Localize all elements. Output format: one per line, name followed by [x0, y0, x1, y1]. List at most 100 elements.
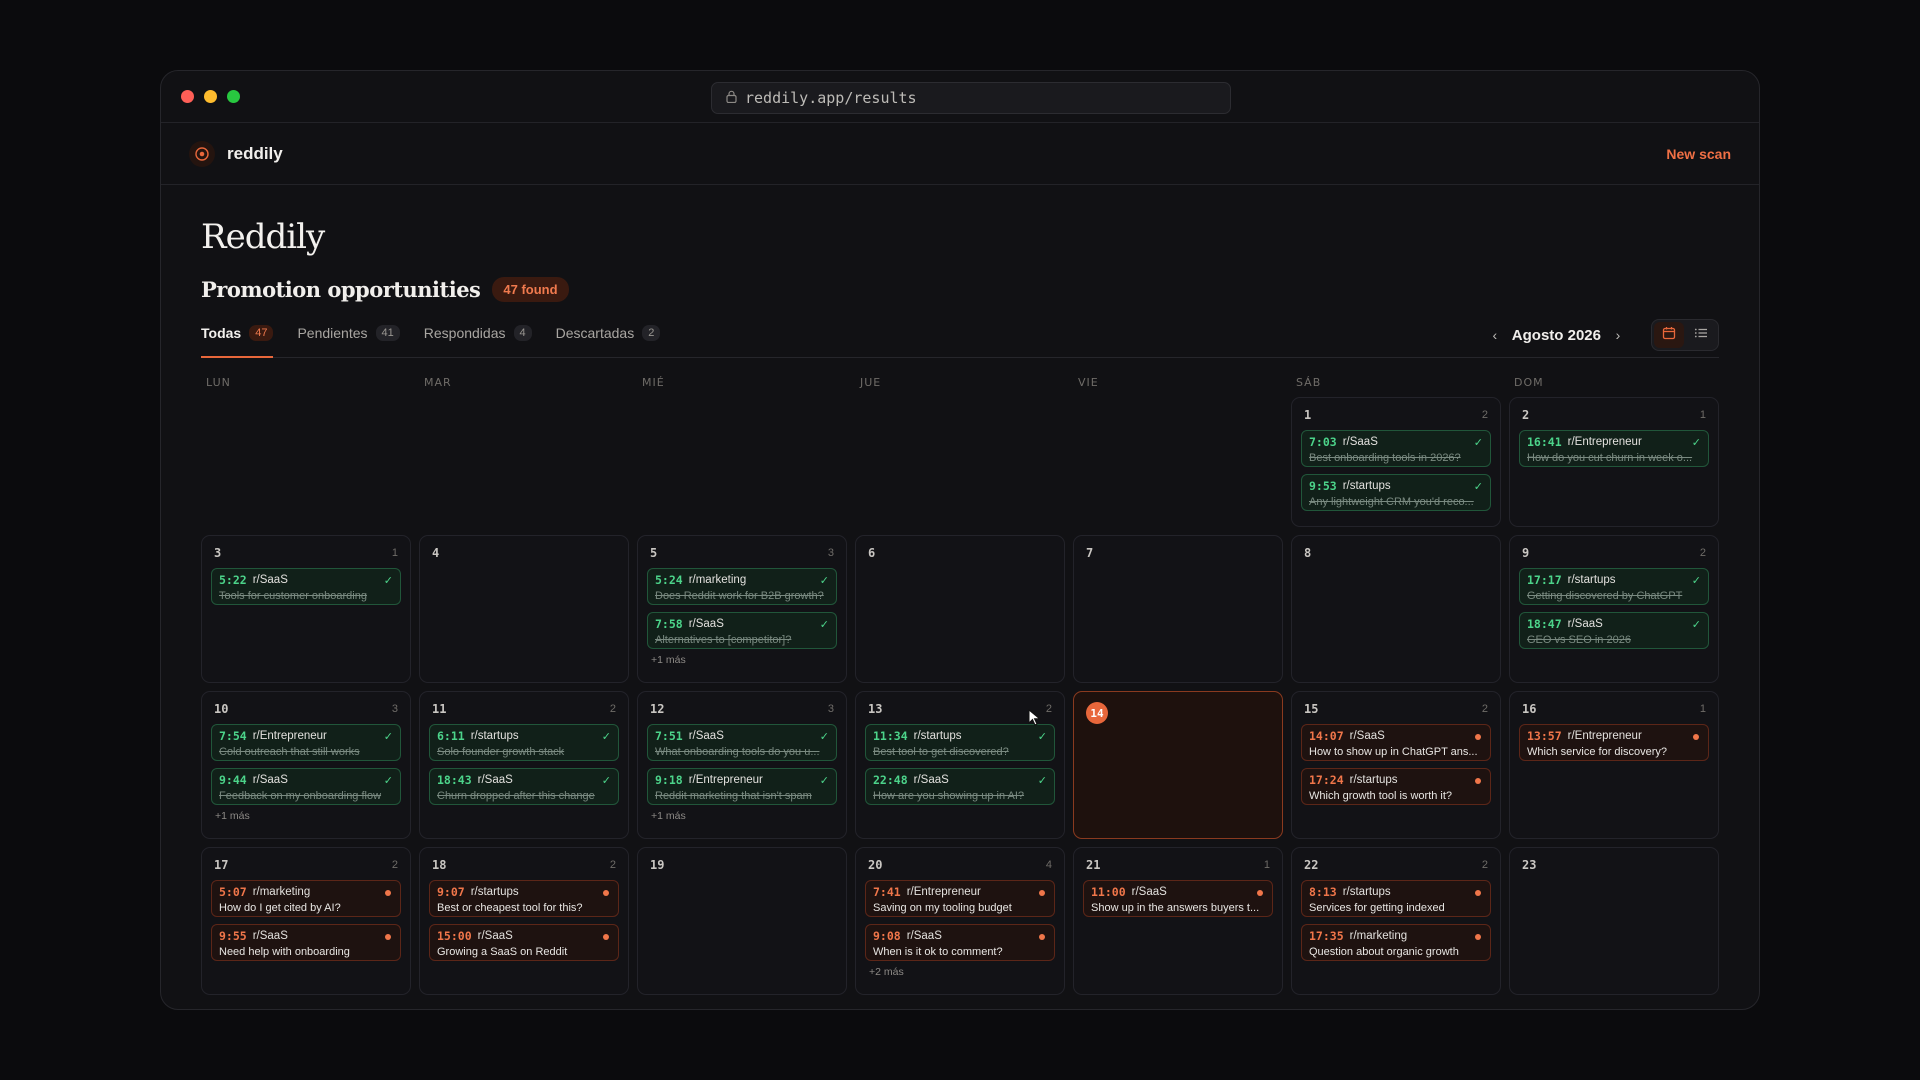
- event-card[interactable]: 9:44 r/SaaS Feedback on my onboarding flow…: [211, 768, 401, 805]
- calendar-day-16[interactable]: 16 1 13:57 r/Entrepreneur Which service for …: [1509, 691, 1719, 839]
- calendar-day-12[interactable]: 12 3 7:51 r/SaaS What onboarding tools do yo…: [637, 691, 847, 839]
- event-card[interactable]: 11:00 r/SaaS Show up in the answers buyers…: [1083, 880, 1273, 917]
- calendar-day-23[interactable]: 23: [1509, 847, 1719, 995]
- event-card[interactable]: 9:53 r/startups Any lightweight CRM you'd …: [1301, 474, 1491, 511]
- day-header: 15 2: [1301, 702, 1491, 716]
- calendar-day-17[interactable]: 17 2 5:07 r/marketing How do I get cited by …: [201, 847, 411, 995]
- event-meta: 16:41 r/Entrepreneur: [1527, 435, 1701, 449]
- event-card[interactable]: 14:07 r/SaaS How to show up in ChatGPT ans…: [1301, 724, 1491, 761]
- event-card[interactable]: 15:00 r/SaaS Growing a SaaS on Reddit: [429, 924, 619, 961]
- event-card[interactable]: 11:34 r/startups Best tool to get discover…: [865, 724, 1055, 761]
- event-title: Churn dropped after this change: [437, 790, 595, 802]
- event-card[interactable]: 9:18 r/Entrepreneur Reddit marketing that …: [647, 768, 837, 805]
- event-card[interactable]: 6:11 r/startups Solo founder growth stack ✓: [429, 724, 619, 761]
- address-bar[interactable]: reddily.app/results: [711, 82, 1231, 114]
- pending-dot-icon: [1693, 734, 1699, 740]
- calendar-day-18[interactable]: 18 2 9:07 r/startups Best or cheapest tool f…: [419, 847, 629, 995]
- event-card[interactable]: 17:24 r/startups Which growth tool is wort…: [1301, 768, 1491, 805]
- calendar-day-5[interactable]: 5 3 5:24 r/marketing Does Reddit work for B2…: [637, 535, 847, 683]
- event-title: Reddit marketing that isn't spam: [655, 790, 812, 802]
- event-card[interactable]: 16:41 r/Entrepreneur How do you cut churn …: [1519, 430, 1709, 467]
- tab-respondidas[interactable]: Respondidas 4: [424, 318, 532, 357]
- day-number: 12: [650, 702, 665, 716]
- event-card[interactable]: 7:58 r/SaaS Alternatives to [competitor]? ✓: [647, 612, 837, 649]
- calendar-day-9[interactable]: 9 2 17:17 r/startups Getting discovered by C…: [1509, 535, 1719, 683]
- calendar-day-2[interactable]: 2 1 16:41 r/Entrepreneur How do you cut chur…: [1509, 397, 1719, 527]
- event-meta: 8:13 r/startups: [1309, 885, 1483, 899]
- event-meta: 11:34 r/startups: [873, 729, 1047, 743]
- event-card[interactable]: 7:03 r/SaaS Best onboarding tools in 2026?…: [1301, 430, 1491, 467]
- event-card[interactable]: 13:57 r/Entrepreneur Which service for dis…: [1519, 724, 1709, 761]
- more-events-link[interactable]: +1 más: [647, 810, 837, 822]
- event-card[interactable]: 22:48 r/SaaS How are you showing up in AI?…: [865, 768, 1055, 805]
- day-header: 16 1: [1519, 702, 1709, 716]
- calendar-view-button[interactable]: [1654, 322, 1684, 348]
- calendar-day-6[interactable]: 6: [855, 535, 1065, 683]
- tab-todas[interactable]: Todas 47: [201, 318, 274, 358]
- event-card[interactable]: 5:07 r/marketing How do I get cited by AI?: [211, 880, 401, 917]
- event-card[interactable]: 17:17 r/startups Getting discovered by Cha…: [1519, 568, 1709, 605]
- minimize-window-button[interactable]: [204, 90, 217, 103]
- close-window-button[interactable]: [181, 90, 194, 103]
- event-card[interactable]: 18:43 r/SaaS Churn dropped after this chan…: [429, 768, 619, 805]
- event-title: Which service for discovery?: [1527, 746, 1667, 758]
- event-card[interactable]: 7:54 r/Entrepreneur Cold outreach that sti…: [211, 724, 401, 761]
- more-events-link[interactable]: +2 más: [865, 966, 1055, 978]
- event-title: How to show up in ChatGPT ans...: [1309, 746, 1478, 758]
- check-icon: ✓: [1691, 575, 1701, 587]
- check-icon: ✓: [1037, 775, 1047, 787]
- pending-dot-icon: [1475, 778, 1481, 784]
- maximize-window-button[interactable]: [227, 90, 240, 103]
- calendar-day-22[interactable]: 22 2 8:13 r/startups Services for getting in…: [1291, 847, 1501, 995]
- tab-pendientes[interactable]: Pendientes 41: [297, 318, 400, 357]
- list-view-button[interactable]: [1686, 322, 1716, 348]
- day-number: 7: [1086, 546, 1094, 560]
- tab-descartadas[interactable]: Descartadas 2: [556, 318, 661, 357]
- url-text: reddily.app/results: [745, 89, 917, 107]
- event-card[interactable]: 8:13 r/startups Services for getting index…: [1301, 880, 1491, 917]
- event-card[interactable]: 7:51 r/SaaS What onboarding tools do you u…: [647, 724, 837, 761]
- day-header: 8: [1301, 546, 1491, 560]
- event-card[interactable]: 9:07 r/startups Best or cheapest tool for …: [429, 880, 619, 917]
- calendar-day-15[interactable]: 15 2 14:07 r/SaaS How to show up in ChatGPT …: [1291, 691, 1501, 839]
- chevron-right-icon[interactable]: ›: [1611, 327, 1625, 343]
- calendar-day-11[interactable]: 11 2 6:11 r/startups Solo founder growth sta…: [419, 691, 629, 839]
- event-card[interactable]: 17:35 r/marketing Question about organic g…: [1301, 924, 1491, 961]
- calendar-day-21[interactable]: 21 1 11:00 r/SaaS Show up in the answers buy…: [1073, 847, 1283, 995]
- calendar-day-19[interactable]: 19: [637, 847, 847, 995]
- event-card[interactable]: 5:24 r/marketing Does Reddit work for B2B …: [647, 568, 837, 605]
- calendar-day-10[interactable]: 10 3 7:54 r/Entrepreneur Cold outreach that …: [201, 691, 411, 839]
- calendar-day-8[interactable]: 8: [1291, 535, 1501, 683]
- day-count: 2: [1481, 859, 1488, 871]
- new-scan-button[interactable]: New scan: [1666, 146, 1731, 162]
- day-number: 20: [868, 858, 883, 872]
- day-number: 1: [1304, 408, 1312, 422]
- more-events-link[interactable]: +1 más: [647, 654, 837, 666]
- weekday-label: JUE: [860, 376, 882, 389]
- event-card[interactable]: 9:55 r/SaaS Need help with onboarding: [211, 924, 401, 961]
- calendar-day-1[interactable]: 1 2 7:03 r/SaaS Best onboarding tools in 202…: [1291, 397, 1501, 527]
- check-icon: ✓: [819, 731, 829, 743]
- chevron-left-icon[interactable]: ‹: [1488, 327, 1502, 343]
- event-card[interactable]: 7:41 r/Entrepreneur Saving on my tooling b…: [865, 880, 1055, 917]
- calendar-day-7[interactable]: 7: [1073, 535, 1283, 683]
- calendar-empty-cell: [855, 397, 1065, 527]
- event-card[interactable]: 5:22 r/SaaS Tools for customer onboarding ✓: [211, 568, 401, 605]
- event-subreddit: r/SaaS: [906, 930, 942, 942]
- day-header: 12 3: [647, 702, 837, 716]
- day-count: 2: [609, 703, 616, 715]
- calendar-day-20[interactable]: 20 4 7:41 r/Entrepreneur Saving on my toolin…: [855, 847, 1065, 995]
- calendar-day-3[interactable]: 3 1 5:22 r/SaaS Tools for customer onboardin…: [201, 535, 411, 683]
- calendar-day-4[interactable]: 4: [419, 535, 629, 683]
- day-number: 19: [650, 858, 665, 872]
- calendar-day-14[interactable]: 14: [1073, 691, 1283, 839]
- event-title: Saving on my tooling budget: [873, 902, 1012, 914]
- brand[interactable]: reddily: [189, 140, 283, 167]
- event-card[interactable]: 9:08 r/SaaS When is it ok to comment?: [865, 924, 1055, 961]
- event-meta: 7:58 r/SaaS: [655, 617, 829, 631]
- event-card[interactable]: 18:47 r/SaaS GEO vs SEO in 2026 ✓: [1519, 612, 1709, 649]
- day-count: 1: [1699, 703, 1706, 715]
- day-number: 18: [432, 858, 447, 872]
- event-time: 9:18: [655, 773, 683, 787]
- more-events-link[interactable]: +1 más: [211, 810, 401, 822]
